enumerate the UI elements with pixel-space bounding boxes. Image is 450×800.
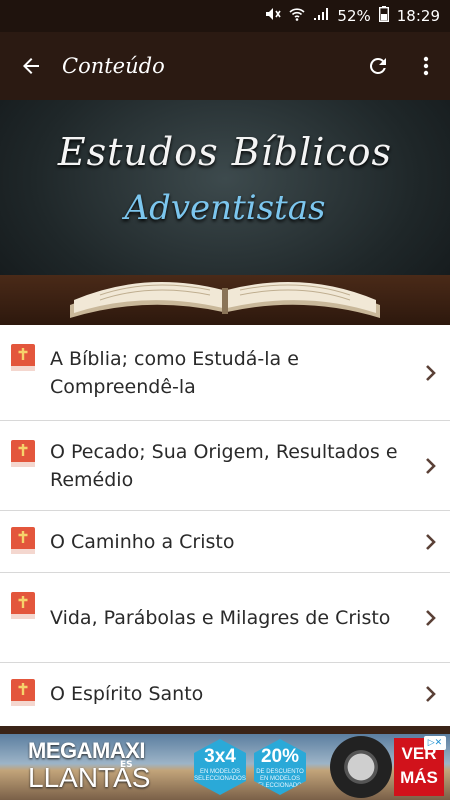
- more-vert-icon: [423, 56, 429, 76]
- ad-brand-line1: MEGAMAXI: [28, 738, 146, 763]
- chevron-right-icon: [426, 533, 436, 550]
- back-button[interactable]: [0, 32, 62, 100]
- bible-icon: [11, 679, 35, 706]
- ad-brand-line2: LLANTAS: [28, 762, 151, 793]
- wifi-icon: [289, 7, 305, 25]
- chevron-right-icon: [426, 364, 436, 381]
- adchoices-icon[interactable]: ▷✕: [424, 736, 446, 750]
- open-bible-illustration: [70, 282, 380, 318]
- header-banner: Estudos Bíblicos Adventistas: [0, 100, 450, 325]
- bible-icon: [11, 592, 35, 619]
- chevron-right-icon: [426, 609, 436, 626]
- chevron-right-icon: [426, 457, 436, 474]
- bible-icon: [11, 440, 35, 467]
- ad-offer-value: 3x4: [204, 746, 236, 767]
- clock: 18:29: [396, 7, 440, 25]
- chevron-right-icon: [426, 686, 436, 702]
- refresh-icon: [369, 57, 386, 74]
- list-item[interactable]: A Bíblia; como Estudá-la e Compreendê-la: [0, 325, 450, 421]
- overflow-menu-button[interactable]: [402, 32, 450, 100]
- list-item-label: A Bíblia; como Estudá-la e Compreendê-la: [50, 347, 299, 398]
- battery-percent: 52%: [337, 7, 371, 25]
- status-bar: 52% 18:29: [0, 0, 450, 32]
- content-list: A Bíblia; como Estudá-la e Compreendê-la…: [0, 325, 450, 725]
- bible-icon: [11, 344, 35, 371]
- list-item-label: Vida, Parábolas e Milagres de Cristo: [50, 606, 391, 629]
- banner-title: Estudos Bíblicos: [57, 130, 393, 174]
- list-item[interactable]: O Espírito Santo: [0, 663, 450, 725]
- ad-offer-badge: 3x4 EN MODELOS SELECCIONADOS: [194, 739, 246, 795]
- list-item[interactable]: O Pecado; Sua Origem, Resultados e Reméd…: [0, 421, 450, 511]
- mute-icon: [265, 7, 282, 25]
- ad-banner[interactable]: MEGAMAXI ES LLANTAS 3x4 EN MODELOS SELEC…: [0, 734, 450, 800]
- signal-icon: [313, 7, 329, 25]
- ad-discount-note: DE DESCUENTO EN MODELOS SELECCIONADOS: [254, 769, 306, 789]
- arrow-left-icon: [23, 58, 39, 74]
- ad-discount-badge: 20% DE DESCUENTO EN MODELOS SELECCIONADO…: [254, 739, 306, 795]
- ad-discount-value: 20%: [260, 746, 300, 767]
- list-item-label: O Pecado; Sua Origem, Resultados e Reméd…: [50, 440, 398, 491]
- refresh-button[interactable]: [354, 32, 402, 100]
- list-item-label: O Espírito Santo: [50, 683, 204, 705]
- battery-icon: [378, 6, 389, 26]
- page-title: Conteúdo: [62, 54, 165, 78]
- banner-subtitle: Adventistas: [124, 188, 326, 228]
- list-item-label: O Caminho a Cristo: [50, 530, 235, 553]
- tire-image: [330, 736, 392, 798]
- list-item[interactable]: Vida, Parábolas e Milagres de Cristo: [0, 573, 450, 663]
- list-item[interactable]: O Caminho a Cristo: [0, 511, 450, 573]
- ad-divider: [0, 726, 450, 734]
- app-bar: Conteúdo: [0, 32, 450, 100]
- ad-offer-note: EN MODELOS SELECCIONADOS: [194, 769, 246, 782]
- bible-icon: [11, 527, 35, 554]
